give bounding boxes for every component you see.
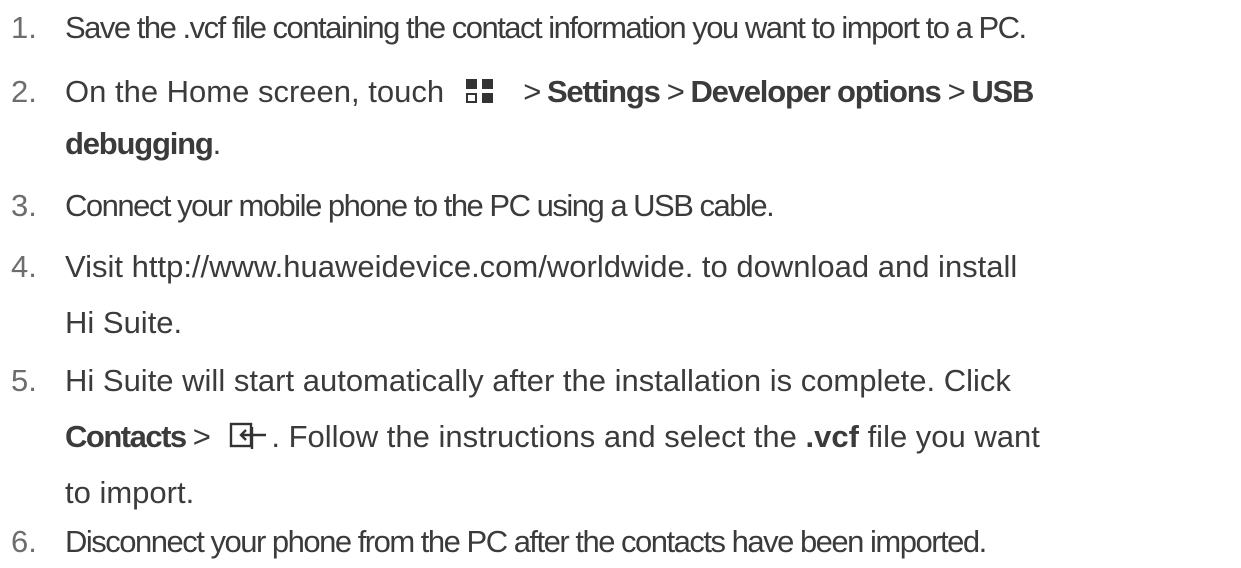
step-text: Connect your mobile phone to the PC usin… (65, 188, 775, 223)
step-number: 6. (11, 524, 37, 559)
step-number: 1. (11, 10, 37, 45)
settings-label: Settings (546, 74, 661, 109)
step-number: 3. (11, 188, 37, 223)
step-text: Save the .vcf file containing the contac… (65, 10, 1027, 45)
step-line: debugging. (65, 126, 222, 162)
import-icon (229, 421, 267, 451)
step-text: Visit http://www.huaweidevice.com/worldw… (65, 249, 1018, 284)
contacts-label: Contacts (65, 419, 187, 454)
step-text: to import. (65, 475, 195, 510)
step-text: Disconnect your phone from the PC after … (65, 524, 987, 559)
step-text: . Follow the instructions and select the (271, 419, 806, 454)
apps-grid-icon (466, 77, 494, 105)
vcf-label: .vcf (805, 419, 859, 454)
separator: > (659, 74, 691, 109)
step-text: On the Home screen, touch (65, 74, 445, 109)
debugging-label: debugging (65, 126, 214, 161)
step-number: 2. (11, 74, 37, 109)
separator: > (940, 74, 972, 109)
usb-label: USB (971, 74, 1034, 109)
step-text: Hi Suite. (65, 305, 183, 340)
step-number: 4. (11, 249, 37, 284)
step-line: Contacts > . Follow the instructions and … (65, 419, 1040, 455)
step-text: Hi Suite will start automatically after … (65, 363, 1011, 398)
step-text: file you want (858, 419, 1040, 454)
step-line: On the Home screen, touch > Settings > D… (65, 74, 1034, 110)
developer-options-label: Developer options (690, 74, 941, 109)
step-number: 5. (11, 363, 37, 398)
separator: > (516, 74, 547, 109)
separator: > (185, 419, 211, 454)
period: . (212, 126, 222, 161)
